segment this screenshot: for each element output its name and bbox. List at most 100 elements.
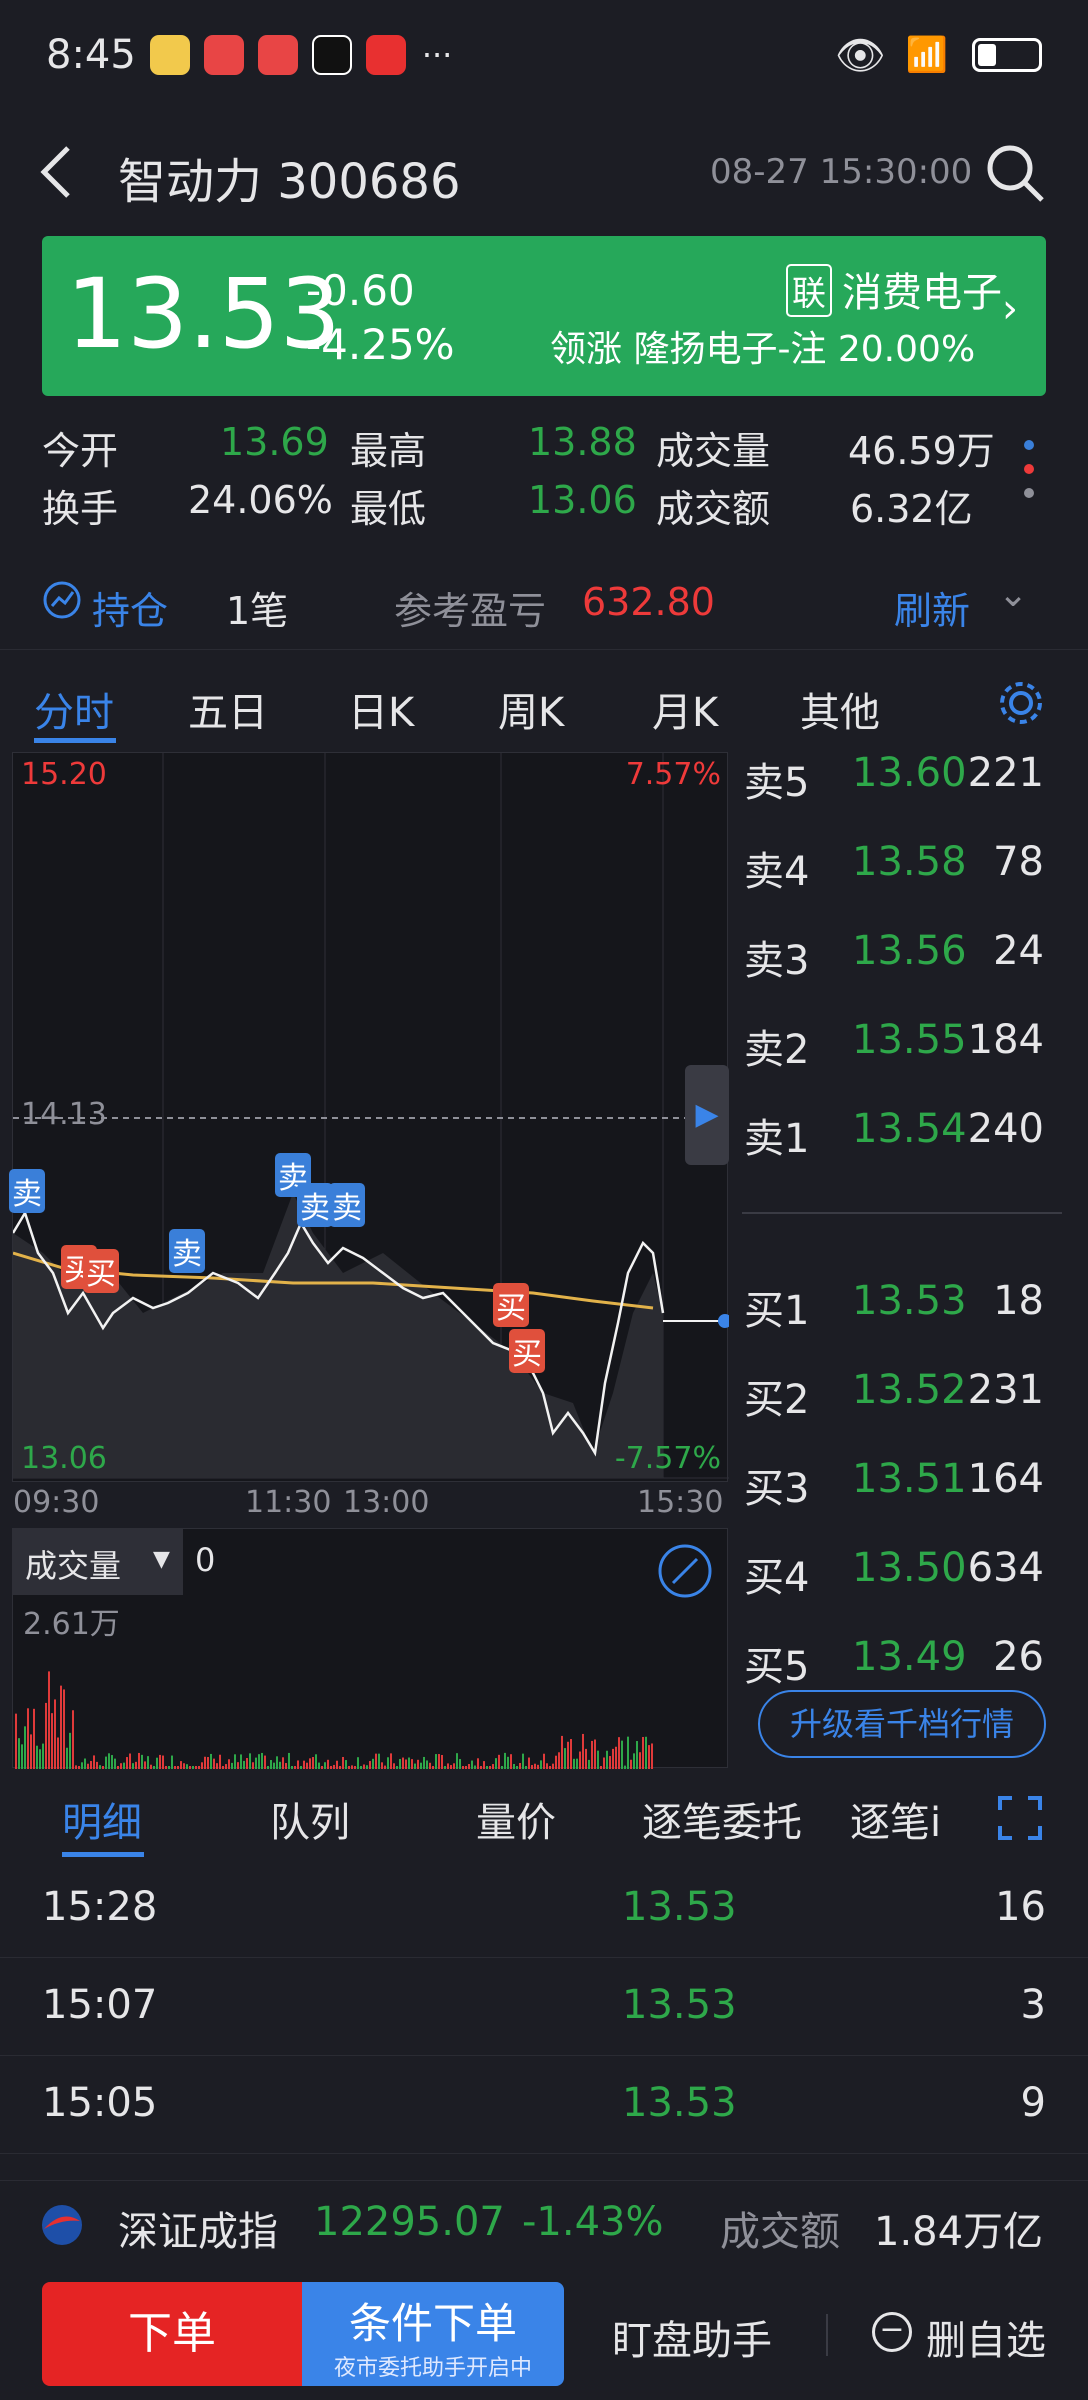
sector-badge: 联 — [786, 264, 832, 317]
high-label: 最高 — [350, 429, 427, 473]
index-change: -1.43% — [522, 2199, 664, 2245]
level-label: 买3 — [744, 1466, 810, 1512]
level-price: 13.53 — [852, 1278, 967, 1324]
turnover-label: 换手 — [42, 487, 119, 531]
gear-icon[interactable] — [996, 678, 1046, 728]
quote-card[interactable]: 13.53 -0.60 -4.25% 联 消费电子 领涨 隆扬电子-注 20.0… — [42, 236, 1046, 396]
tab-five-day[interactable]: 五日 — [188, 680, 268, 738]
level-label: 卖5 — [744, 760, 810, 806]
level-label: 买1 — [744, 1288, 810, 1334]
volume-label: 成交量 — [656, 429, 771, 473]
level-qty: 240 — [967, 1106, 1044, 1152]
tab-volume-price[interactable]: 量价 — [476, 1790, 556, 1848]
chart-tabs: 分时 五日 日K 周K 月K 其他 — [0, 662, 1088, 746]
tab-intraday[interactable]: 分时 — [34, 680, 114, 738]
status-bar: 8:45 ··· 👁 📶 — [0, 0, 1088, 110]
position-label[interactable]: 持仓 — [92, 580, 168, 635]
turnover-value: 24.06% — [188, 478, 333, 522]
tab-tick-orders[interactable]: 逐笔委托 — [642, 1790, 802, 1848]
upgrade-level-button[interactable]: 升级看千档行情 — [758, 1690, 1046, 1758]
index-bar[interactable]: 深证成指 12295.07 -1.43% 成交额 1.84万亿 — [0, 2180, 1088, 2268]
back-icon[interactable] — [36, 142, 76, 202]
app-icon — [149, 35, 190, 75]
order-book-divider — [742, 1212, 1062, 1214]
trade-row: 15:07 13.53 3 — [0, 1958, 1088, 2056]
trade-row: 15:28 13.53 16 — [0, 1860, 1088, 1958]
chevron-down-icon[interactable]: ⌄ — [998, 574, 1028, 615]
low-label: 最低 — [350, 487, 427, 531]
dots-menu-icon[interactable] — [1024, 440, 1034, 506]
index-amount-label: 成交额 — [720, 2209, 840, 2255]
chevron-right-icon: › — [1002, 286, 1018, 332]
remove-watchlist-button[interactable]: − 删自选 — [872, 2308, 1052, 2364]
expand-icon[interactable] — [998, 1796, 1042, 1840]
divider — [826, 2314, 828, 2356]
level-label: 卖3 — [744, 938, 810, 984]
index-amount: 1.84万亿 — [874, 2209, 1044, 2255]
ask-row[interactable]: 卖1 13.54 240 — [744, 1106, 1064, 1166]
eye-icon: 👁 — [834, 32, 886, 79]
level-label: 买4 — [744, 1555, 810, 1601]
level-price: 13.60 — [852, 750, 967, 796]
level-label: 卖2 — [744, 1027, 810, 1073]
bid-row[interactable]: 买3 13.51 164 — [744, 1456, 1064, 1516]
tab-weekly-k[interactable]: 周K — [498, 680, 564, 738]
ask-row[interactable]: 卖2 13.55 184 — [744, 1017, 1064, 1077]
level-qty: 164 — [967, 1456, 1044, 1502]
level-label: 卖1 — [744, 1116, 810, 1162]
trade-time: 15:07 — [42, 1982, 158, 2028]
watch-assistant-button[interactable]: 盯盘助手 — [612, 2308, 772, 2366]
app-icon — [365, 35, 406, 75]
level-qty: 184 — [967, 1017, 1044, 1063]
detail-tabs: 明细 队列 量价 逐笔委托 逐笔i — [0, 1780, 1088, 1860]
app-icon — [203, 35, 244, 75]
level-qty: 231 — [967, 1367, 1044, 1413]
refresh-button[interactable]: 刷新 — [894, 580, 970, 635]
order-book: 卖5 13.60 221 卖4 13.58 78 卖3 13.56 24 卖2 13.55 184 卖1… — [0, 750, 1088, 1770]
wifi-icon: 📶 — [905, 35, 948, 75]
amount-value: 6.32亿 — [850, 487, 973, 531]
ask-row[interactable]: 卖3 13.56 24 — [744, 928, 1064, 988]
position-row: 持仓 1笔 参考盈亏 632.80 刷新 ⌄ — [0, 560, 1088, 650]
position-count: 1笔 — [226, 589, 289, 633]
tab-daily-k[interactable]: 日K — [348, 680, 414, 738]
level-qty: 78 — [993, 839, 1044, 885]
pnl-value: 632.80 — [582, 580, 715, 624]
search-icon[interactable] — [984, 142, 1046, 204]
tab-detail[interactable]: 明细 — [62, 1790, 142, 1848]
tiktok-icon — [311, 35, 352, 75]
conditional-order-label: 条件下单 — [348, 2299, 517, 2348]
level-price: 13.50 — [852, 1545, 967, 1591]
bid-row[interactable]: 买5 13.49 26 — [744, 1634, 1064, 1694]
low-value: 13.06 — [528, 478, 637, 522]
bottom-bar: 下单 条件下单 夜市委托助手开启中 盯盘助手 − 删自选 — [0, 2270, 1088, 2400]
battery-icon — [972, 38, 1042, 72]
tab-monthly-k[interactable]: 月K — [652, 680, 718, 738]
more-icon: ··· — [421, 36, 453, 74]
index-logo-icon — [42, 2205, 82, 2245]
level-qty: 18 — [993, 1278, 1044, 1324]
clock: 8:45 — [46, 32, 136, 78]
index-value: 12295.07 — [314, 2199, 505, 2245]
level-price: 13.51 — [852, 1456, 967, 1502]
level-price: 13.58 — [852, 839, 967, 885]
tab-other[interactable]: 其他 — [800, 680, 880, 738]
trade-price: 13.53 — [622, 2080, 737, 2126]
bid-row[interactable]: 买4 13.50 634 — [744, 1545, 1064, 1605]
chart-circle-icon — [43, 581, 81, 619]
level-qty: 26 — [993, 1634, 1044, 1680]
order-button[interactable]: 下单 — [42, 2282, 302, 2386]
ask-row[interactable]: 卖5 13.60 221 — [744, 750, 1064, 810]
tab-tick-trades[interactable]: 逐笔i — [850, 1790, 954, 1848]
conditional-order-sub: 夜市委托助手开启中 — [333, 2356, 532, 2381]
conditional-order-button[interactable]: 条件下单 夜市委托助手开启中 — [302, 2282, 564, 2386]
bid-row[interactable]: 买1 13.53 18 — [744, 1278, 1064, 1338]
tab-intraday-underline — [34, 738, 116, 743]
index-name: 深证成指 — [118, 2209, 278, 2255]
trade-qty: 9 — [1020, 2080, 1046, 2126]
tab-queue[interactable]: 队列 — [270, 1790, 350, 1848]
volume-value: 46.59万 — [848, 429, 995, 473]
ask-row[interactable]: 卖4 13.58 78 — [744, 839, 1064, 899]
bid-row[interactable]: 买2 13.52 231 — [744, 1367, 1064, 1427]
level-price: 13.56 — [852, 928, 967, 974]
